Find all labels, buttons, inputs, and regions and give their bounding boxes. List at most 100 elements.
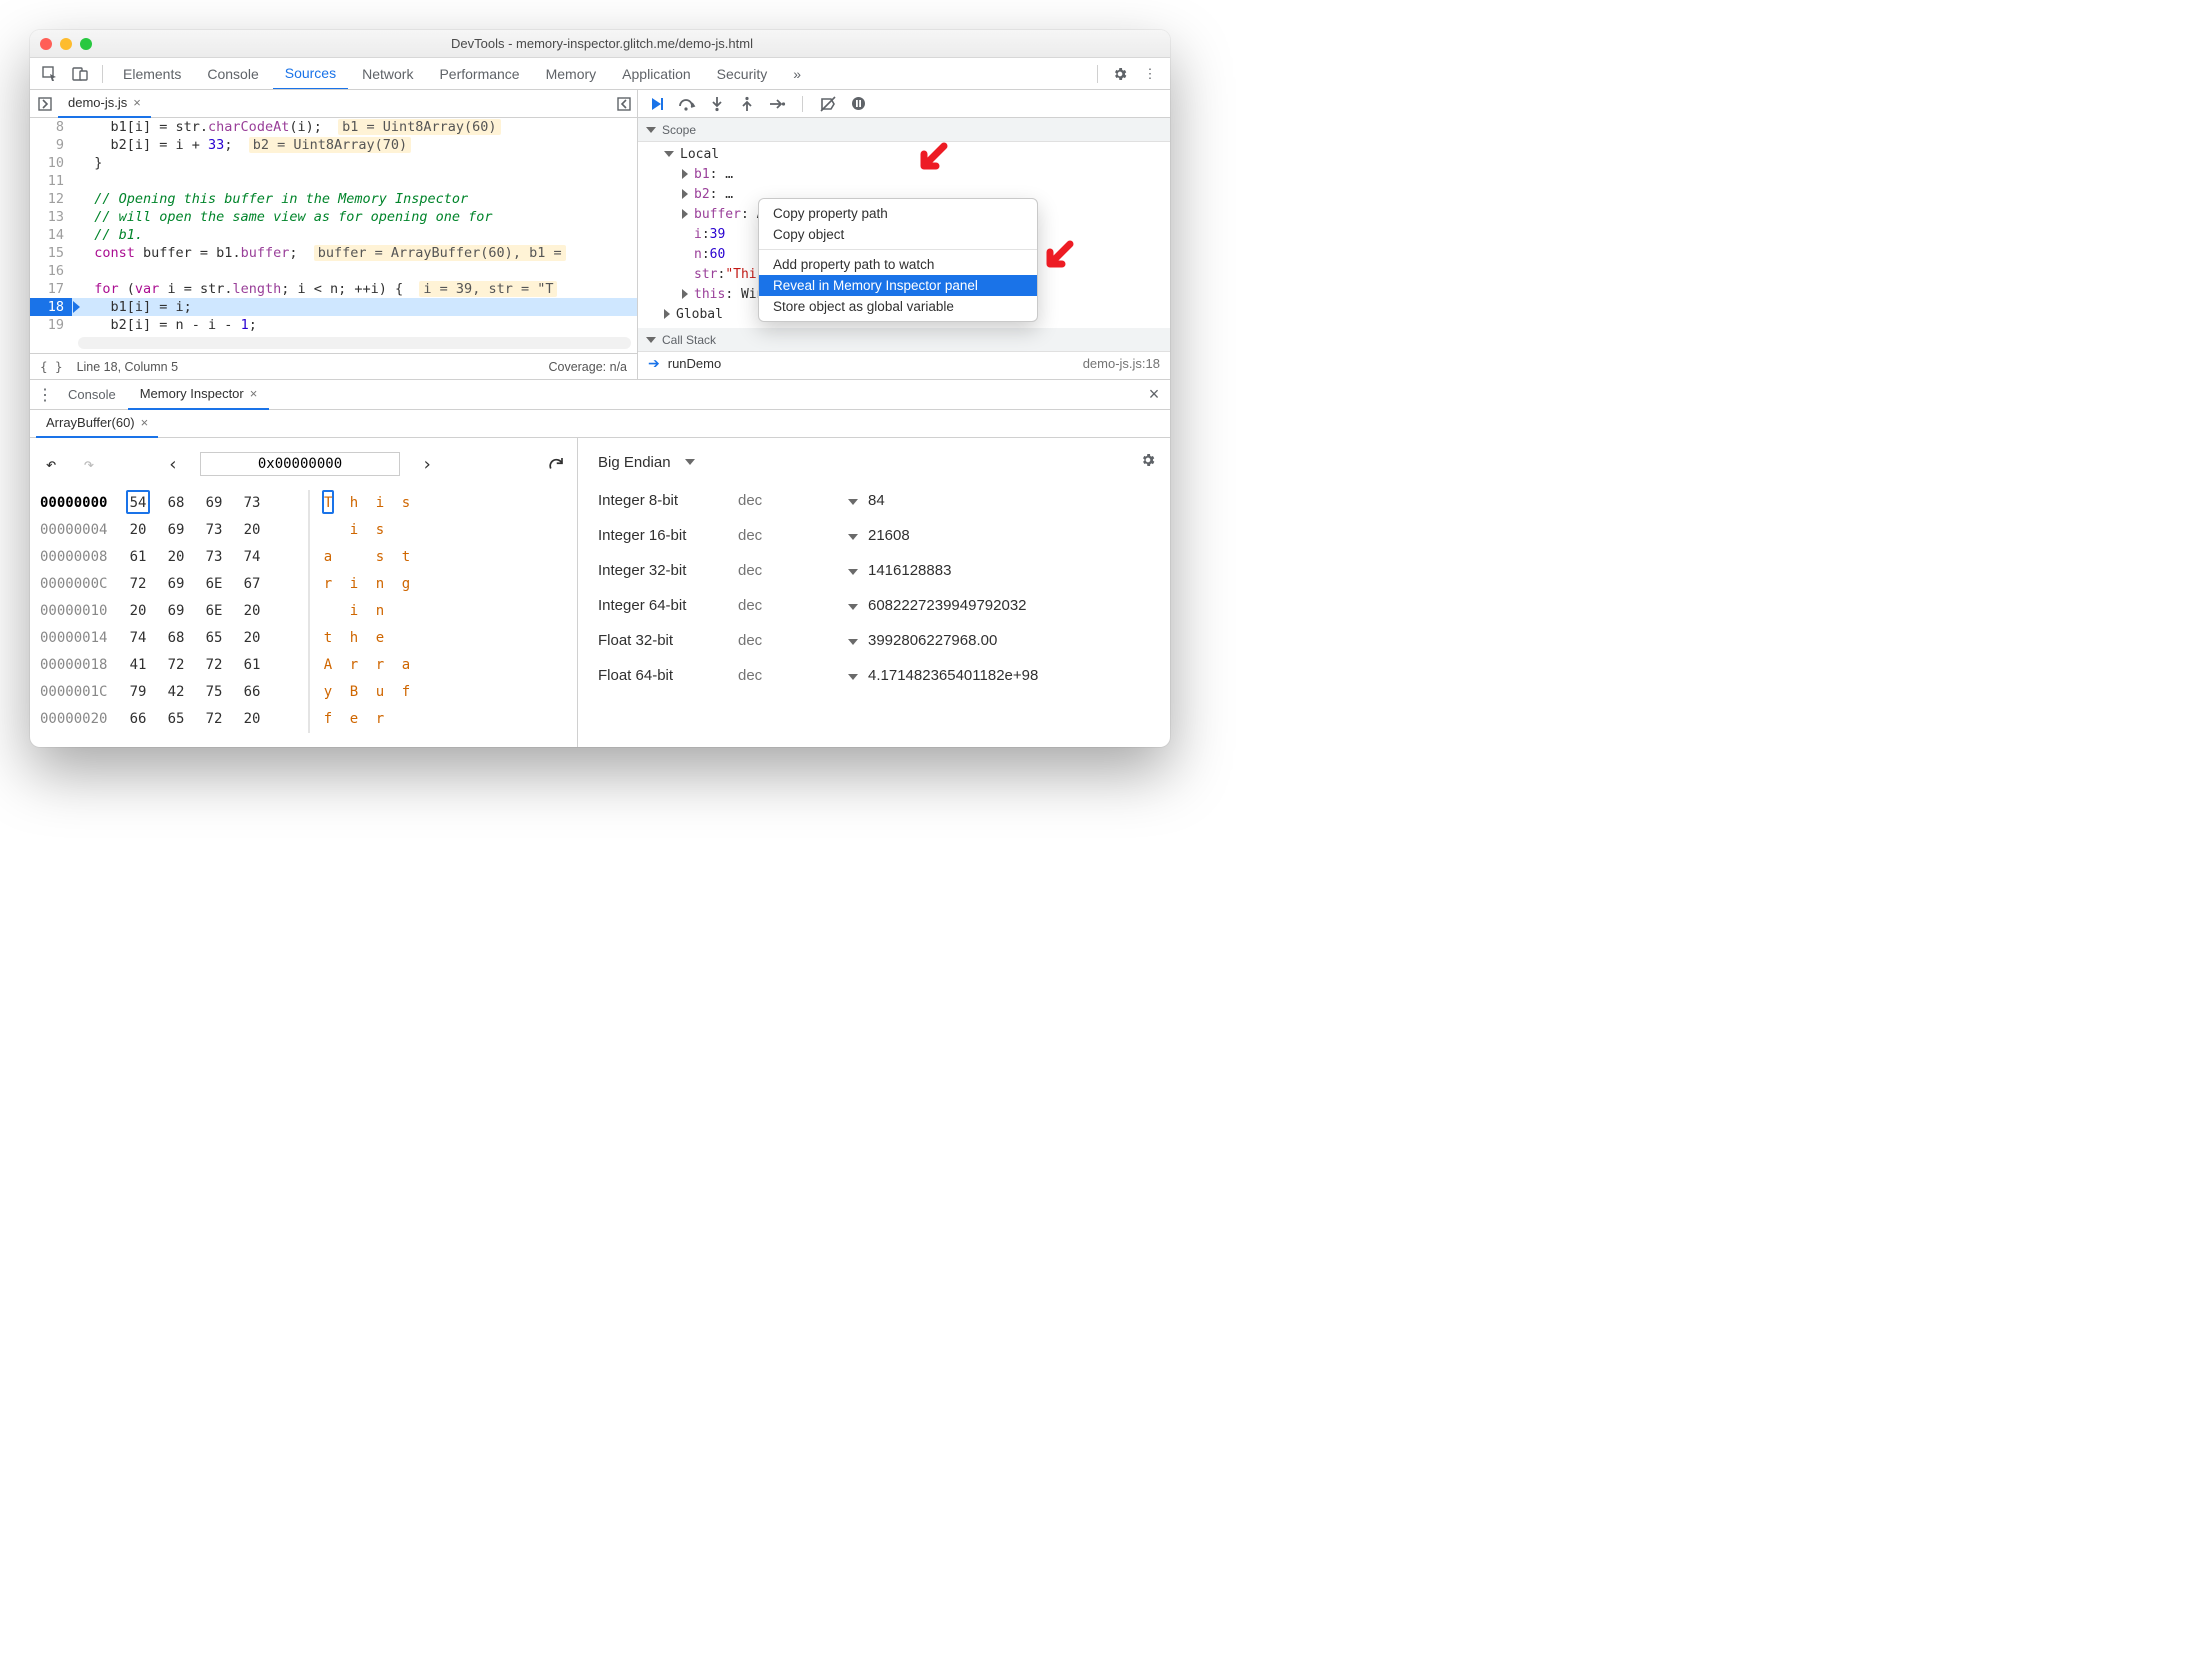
- drawer-tab-console[interactable]: Console: [56, 380, 128, 410]
- settings-gear-icon[interactable]: [1106, 60, 1134, 88]
- chevron-down-icon[interactable]: [848, 674, 858, 680]
- scope-var-b1[interactable]: b1: …: [638, 164, 1170, 184]
- code-editor[interactable]: 8 b1[i] = str.charCodeAt(i); b1 = Uint8A…: [30, 118, 637, 335]
- step-into-icon[interactable]: [708, 95, 726, 113]
- debugger-pane: Scope Local b1: …b2: …buffer: ArrayBuffe…: [638, 90, 1170, 379]
- window-title: DevTools - memory-inspector.glitch.me/de…: [92, 36, 1112, 51]
- scope-local-header[interactable]: Local: [638, 144, 1170, 164]
- horizontal-scrollbar[interactable]: [78, 337, 631, 349]
- tab-network[interactable]: Network: [350, 58, 425, 90]
- value-type-label: Integer 16-bit: [598, 527, 738, 544]
- memory-values-panel: Big Endian Integer 8-bitdec84Integer 16-…: [578, 438, 1170, 747]
- menu-item[interactable]: Copy property path: [759, 203, 1037, 224]
- value-readout: 3992806227968.00: [868, 632, 1156, 649]
- hex-table[interactable]: 0000000054686973This0000000420697320 is …: [40, 490, 567, 733]
- window-max-dot[interactable]: [80, 38, 92, 50]
- value-type-label: Float 64-bit: [598, 667, 738, 684]
- menu-item[interactable]: Copy object: [759, 224, 1037, 245]
- callstack-header[interactable]: Call Stack: [638, 328, 1170, 352]
- devtools-window: DevTools - memory-inspector.glitch.me/de…: [30, 30, 1170, 747]
- pause-exceptions-icon[interactable]: [849, 95, 867, 113]
- settings-gear-icon[interactable]: [1140, 452, 1156, 473]
- history-fwd-icon[interactable]: ↷: [78, 453, 100, 475]
- memory-inspector-buffer-tabs: ArrayBuffer(60) ×: [30, 410, 1170, 438]
- value-type-label: Integer 8-bit: [598, 492, 738, 509]
- menu-item[interactable]: Add property path to watch: [759, 254, 1037, 275]
- refresh-icon[interactable]: [545, 453, 567, 475]
- debugger-toolbar: [638, 90, 1170, 118]
- value-readout: 6082227239949792032: [868, 597, 1156, 614]
- value-mode-select[interactable]: dec: [738, 562, 848, 579]
- address-input[interactable]: [200, 452, 400, 476]
- sources-editor-pane: demo-js.js × 8 b1[i] = str.charCodeAt(i)…: [30, 90, 638, 379]
- value-mode-select[interactable]: dec: [738, 632, 848, 649]
- tab-sources[interactable]: Sources: [273, 58, 348, 90]
- chevron-down-icon[interactable]: [848, 499, 858, 505]
- navigator-toggle-icon[interactable]: [32, 91, 58, 117]
- snippets-toggle-icon[interactable]: [611, 91, 637, 117]
- file-tab-demo-js[interactable]: demo-js.js ×: [58, 90, 151, 118]
- step-icon[interactable]: [768, 95, 786, 113]
- file-tab-bar: demo-js.js ×: [30, 90, 637, 118]
- tab-console[interactable]: Console: [195, 58, 270, 90]
- endian-select[interactable]: Big Endian: [598, 454, 671, 471]
- value-type-label: Integer 64-bit: [598, 597, 738, 614]
- window-close-dot[interactable]: [40, 38, 52, 50]
- value-readout: 4.171482365401182e+98: [868, 667, 1156, 684]
- drawer: ⋮ ConsoleMemory Inspector× × ArrayBuffer…: [30, 380, 1170, 747]
- cursor-position: Line 18, Column 5: [77, 360, 178, 374]
- tab-security[interactable]: Security: [705, 58, 780, 90]
- device-toolbar-icon[interactable]: [66, 60, 94, 88]
- resume-icon[interactable]: [648, 95, 666, 113]
- history-back-icon[interactable]: ↶: [40, 453, 62, 475]
- tabs-overflow[interactable]: »: [781, 58, 813, 90]
- titlebar: DevTools - memory-inspector.glitch.me/de…: [30, 30, 1170, 58]
- pretty-print-icon[interactable]: { }: [40, 359, 63, 374]
- window-min-dot[interactable]: [60, 38, 72, 50]
- more-vertical-icon[interactable]: ⋮: [1136, 60, 1164, 88]
- editor-status-bar: { } Line 18, Column 5 Coverage: n/a: [30, 353, 637, 379]
- close-icon[interactable]: ×: [1142, 384, 1166, 405]
- chevron-down-icon[interactable]: [848, 639, 858, 645]
- step-over-icon[interactable]: [678, 95, 696, 113]
- deactivate-breakpoints-icon[interactable]: [819, 95, 837, 113]
- chevron-down-icon[interactable]: [848, 604, 858, 610]
- page-next-icon[interactable]: ›: [416, 453, 438, 475]
- buffer-tab[interactable]: ArrayBuffer(60) ×: [36, 410, 158, 438]
- callstack-frame[interactable]: ➔ runDemo demo-js.js:18: [638, 352, 1170, 374]
- value-mode-select[interactable]: dec: [738, 492, 848, 509]
- value-readout: 1416128883: [868, 562, 1156, 579]
- page-prev-icon[interactable]: ‹: [162, 453, 184, 475]
- value-mode-select[interactable]: dec: [738, 667, 848, 684]
- more-vertical-icon[interactable]: ⋮: [34, 385, 56, 405]
- value-type-label: Integer 32-bit: [598, 562, 738, 579]
- inspect-element-icon[interactable]: [36, 60, 64, 88]
- step-out-icon[interactable]: [738, 95, 756, 113]
- main-tabstrip: ElementsConsoleSourcesNetworkPerformance…: [30, 58, 1170, 90]
- menu-item[interactable]: Store object as global variable: [759, 296, 1037, 317]
- close-icon[interactable]: ×: [133, 95, 141, 110]
- value-mode-select[interactable]: dec: [738, 597, 848, 614]
- value-type-label: Float 32-bit: [598, 632, 738, 649]
- drawer-tabstrip: ⋮ ConsoleMemory Inspector× ×: [30, 380, 1170, 410]
- chevron-down-icon[interactable]: [685, 459, 695, 465]
- close-icon[interactable]: ×: [250, 386, 258, 401]
- close-icon[interactable]: ×: [141, 415, 149, 430]
- coverage-status: Coverage: n/a: [548, 360, 627, 374]
- annotation-arrow-icon: [1040, 240, 1074, 274]
- value-mode-select[interactable]: dec: [738, 527, 848, 544]
- value-readout: 21608: [868, 527, 1156, 544]
- tab-elements[interactable]: Elements: [111, 58, 193, 90]
- tab-performance[interactable]: Performance: [427, 58, 531, 90]
- menu-item[interactable]: Reveal in Memory Inspector panel: [759, 275, 1037, 296]
- scope-header[interactable]: Scope: [638, 118, 1170, 142]
- chevron-down-icon[interactable]: [848, 569, 858, 575]
- chevron-down-icon[interactable]: [848, 534, 858, 540]
- value-readout: 84: [868, 492, 1156, 509]
- context-menu: Copy property pathCopy object Add propert…: [758, 198, 1038, 322]
- file-tab-label: demo-js.js: [68, 95, 127, 110]
- tab-application[interactable]: Application: [610, 58, 703, 90]
- tab-memory[interactable]: Memory: [534, 58, 609, 90]
- drawer-tab-memory-inspector[interactable]: Memory Inspector×: [128, 380, 270, 410]
- memory-hex-panel: ↶ ↷ ‹ › 0000000054686973This000000042069…: [30, 438, 578, 747]
